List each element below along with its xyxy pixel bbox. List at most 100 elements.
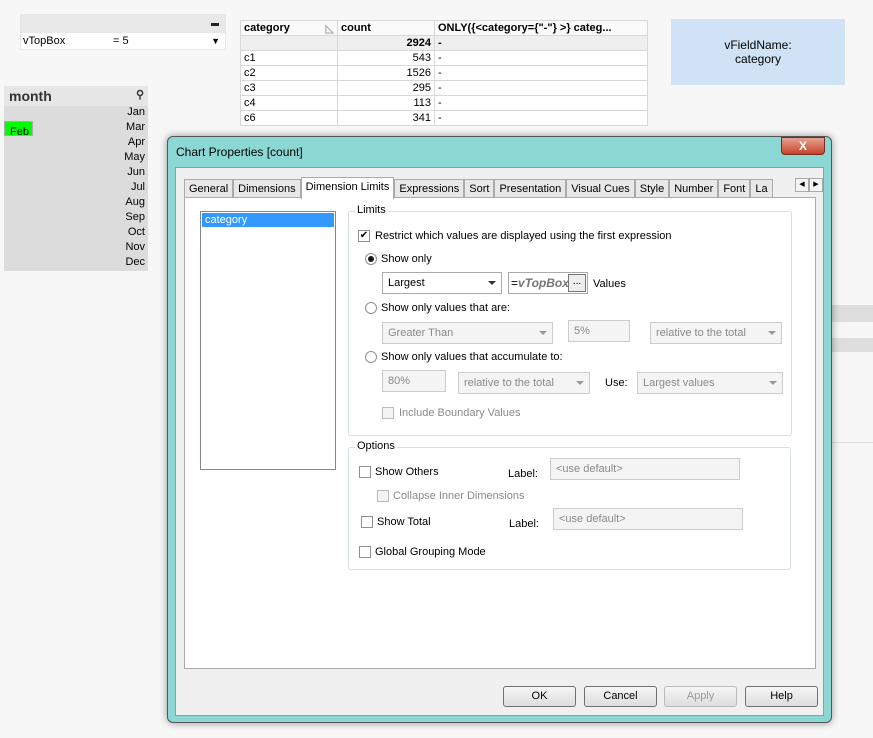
total-label-input[interactable]: <use default> [553,508,743,530]
listbox-item[interactable]: Jul [4,181,148,196]
chart-properties-dialog: Chart Properties [count] X General Dimens… [167,136,832,723]
options-legend: Options [355,440,397,452]
table-row[interactable]: c4 113- [240,95,648,111]
values-are-radio[interactable] [365,302,377,314]
table-cell: 341 [337,110,435,126]
listbox-item[interactable]: Dec [4,256,148,271]
listbox-item[interactable]: Nov [4,241,148,256]
listbox-header: month ⚲ [4,86,148,106]
values-are-label: Show only values that are: [381,302,511,314]
apply-button[interactable]: Apply [664,686,737,707]
header-category[interactable]: category ◺ [240,20,338,36]
dimension-list[interactable]: category [200,211,336,470]
restrict-checkbox[interactable]: ✔ [358,230,370,242]
use-select[interactable]: Largest values [637,372,783,394]
input-box-header [21,15,225,33]
others-label-input[interactable]: <use default> [550,458,740,480]
listbox-title: month [9,88,52,104]
relative-select-2[interactable]: relative to the total [458,372,590,394]
dropdown-icon[interactable]: ▼ [211,36,220,46]
show-total-checkbox[interactable] [361,516,373,528]
total-label-caption: Label: [509,518,539,530]
straight-table: category ◺ count ONLY({<category={"-"} >}… [240,20,648,126]
show-only-label: Show only [381,253,432,265]
variable-name: vTopBox [23,35,66,47]
compare-select[interactable]: Greater Than [382,322,553,344]
minimize-icon[interactable] [211,23,219,26]
tab-right-icon[interactable]: ▶ [809,178,823,192]
ok-button[interactable]: OK [503,686,576,707]
tab-sort[interactable]: Sort [464,179,495,198]
expression-edit-button[interactable]: ... [568,274,586,292]
tab-style[interactable]: Style [634,179,670,198]
boundary-label: Include Boundary Values [399,407,521,419]
collapse-label: Collapse Inner Dimensions [393,490,525,502]
background-line [830,442,873,443]
use-label: Use: [605,377,628,389]
table-row[interactable]: c1 543- [240,50,648,66]
show-only-radio[interactable] [365,253,377,265]
tab-general[interactable]: General [184,179,234,198]
variable-value[interactable]: = 5 [113,35,211,47]
listbox-item[interactable]: Apr [4,136,148,151]
limits-group: Limits ✔ Restrict which values are displ… [348,204,792,436]
tab-number[interactable]: Number [669,179,719,198]
table-row[interactable]: c3 295- [240,80,648,96]
table-cell: c6 [240,110,338,126]
listbox-item[interactable]: Feb [4,121,33,138]
tab-left-icon[interactable]: ◀ [795,178,809,192]
dimension-item[interactable]: category [202,213,334,227]
search-icon[interactable]: ⚲ [136,88,144,101]
tab-presentation[interactable]: Presentation [494,179,567,198]
listbox-item[interactable]: Jun [4,166,148,181]
table-cell: - [434,110,648,126]
compare-value-input[interactable]: 5% [568,320,630,342]
global-grouping-label: Global Grouping Mode [375,546,486,558]
month-listbox: month ⚲ Jan Feb Mar Apr May Jun Jul Aug Sep Oct Nov… [4,86,148,271]
show-others-checkbox[interactable] [359,466,371,478]
tab-expressions[interactable]: Expressions [394,179,465,198]
accumulate-value-input[interactable]: 80% [382,370,446,392]
show-only-mode-select[interactable]: Largest [382,272,502,294]
close-button[interactable]: X [781,137,825,155]
listbox-item[interactable]: Aug [4,196,148,211]
table-row[interactable]: c6 341- [240,110,648,126]
options-group: Options Show Others Label: <use default>… [348,440,791,570]
values-label: Values [593,278,626,290]
totals-row: 2924- [240,35,648,51]
collapse-checkbox[interactable] [377,490,389,502]
table-row[interactable]: c2 1526- [240,65,648,81]
tab-dimension-limits[interactable]: Dimension Limits [300,177,395,199]
table-cell: 113 [337,95,435,111]
restrict-label: Restrict which values are displayed usin… [375,230,672,242]
background-object [830,338,873,352]
listbox-item[interactable]: Jan [4,106,148,121]
accumulate-radio[interactable] [365,351,377,363]
listbox-item[interactable]: Oct [4,226,148,241]
tab-font[interactable]: Font [718,179,751,198]
listbox-item[interactable]: May [4,151,148,166]
tab-la[interactable]: La [750,179,773,198]
limits-legend: Limits [355,204,388,216]
table-cell: c3 [240,80,338,96]
text-object: vFieldName: category [671,19,845,85]
cancel-button[interactable]: Cancel [584,686,657,707]
tab-bar: General Dimensions Dimension Limits Express… [184,177,773,199]
relative-select-1[interactable]: relative to the total [650,322,782,344]
table-cell: c1 [240,50,338,66]
help-button[interactable]: Help [745,686,818,707]
table-cell: - [434,80,648,96]
tab-dimensions[interactable]: Dimensions [233,179,301,198]
global-grouping-checkbox[interactable] [359,546,371,558]
listbox-item[interactable]: Sep [4,211,148,226]
accumulate-label: Show only values that accumulate to: [381,351,563,363]
variable-row[interactable]: vTopBox = 5 ▼ [21,33,225,49]
header-only[interactable]: ONLY({<category={"-"} >} categ... [434,20,648,36]
table-cell: 295 [337,80,435,96]
table-cell: - [434,65,648,81]
text-line: vFieldName: [724,38,792,52]
table-cell: c4 [240,95,338,111]
header-count[interactable]: count [337,20,435,36]
tab-visual-cues[interactable]: Visual Cues [566,179,635,198]
boundary-checkbox[interactable] [382,407,394,419]
